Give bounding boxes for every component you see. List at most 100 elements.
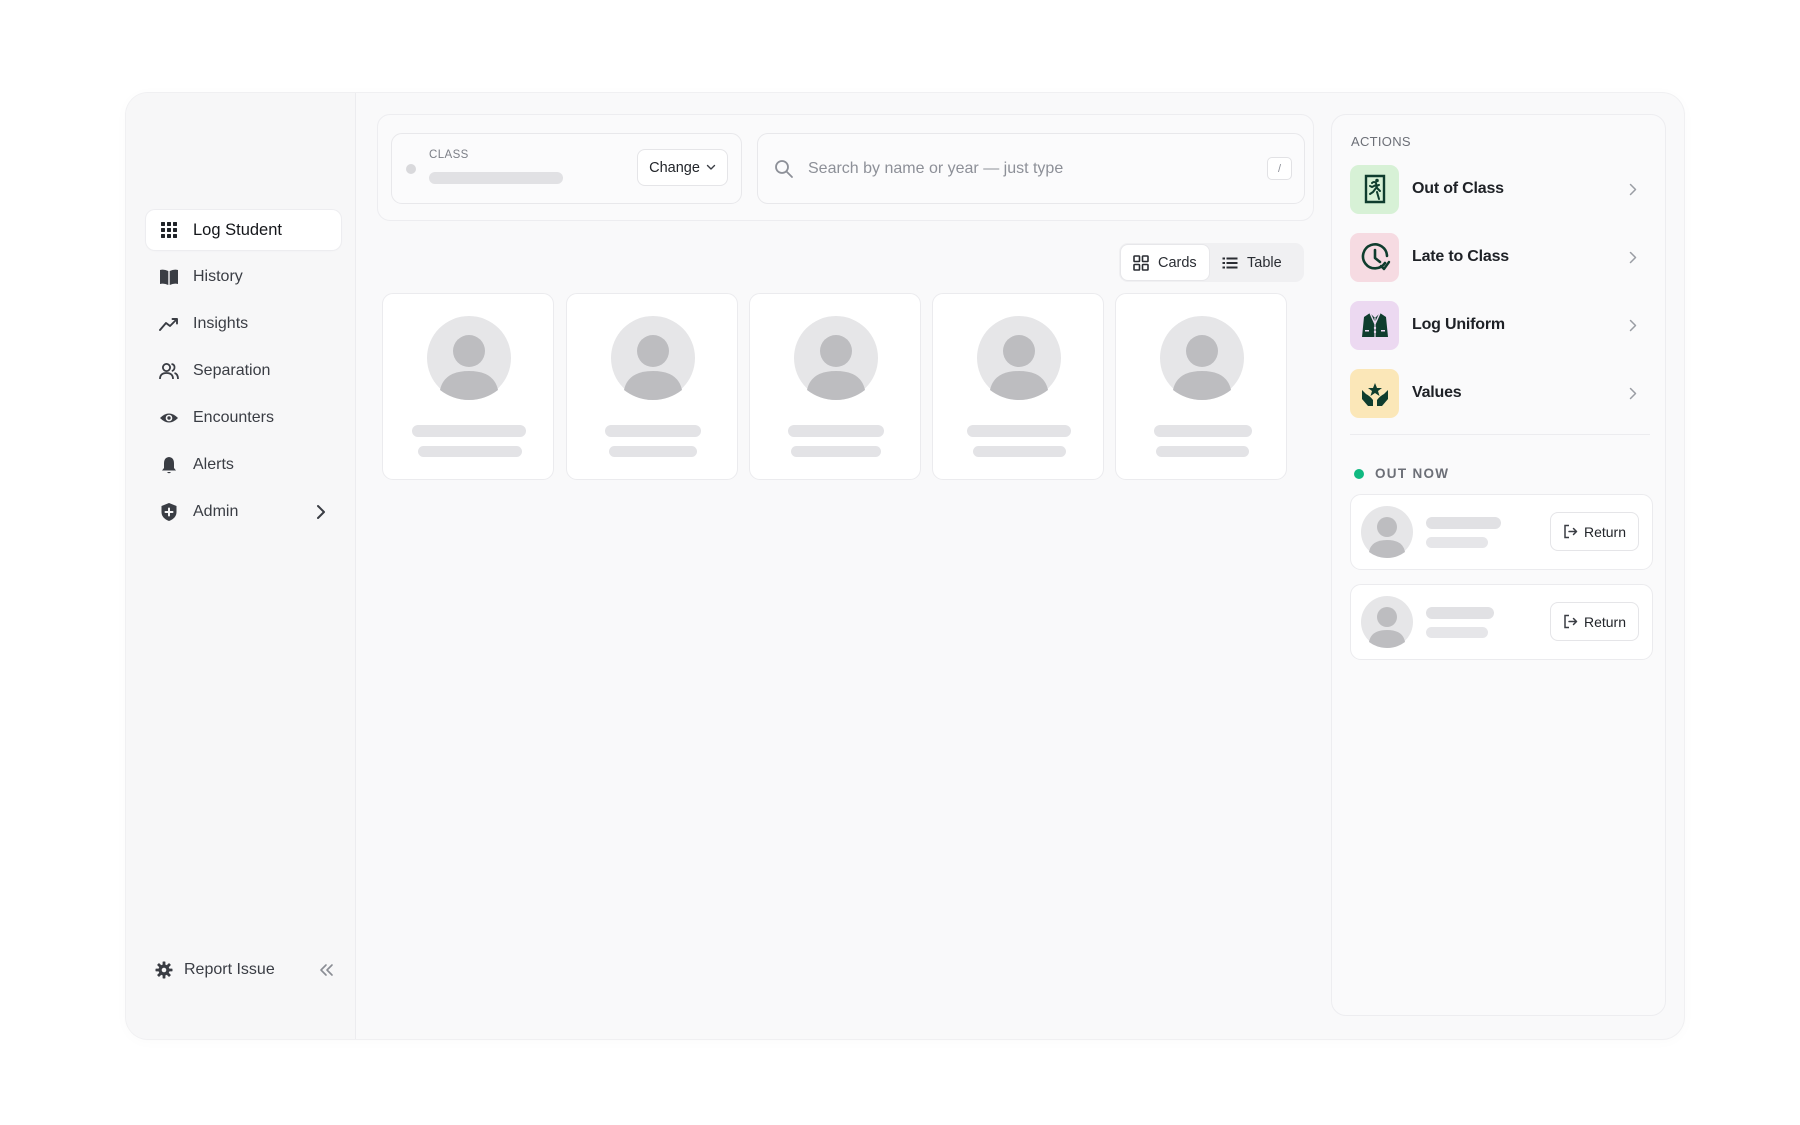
action-label: Out of Class [1412, 180, 1504, 197]
student-card-skeleton[interactable] [1115, 293, 1287, 480]
change-class-button[interactable]: Change [637, 149, 728, 186]
detail-skeleton [609, 446, 697, 457]
detail-skeleton [1426, 537, 1488, 548]
users-icon [159, 361, 179, 381]
trend-icon [159, 314, 179, 334]
action-out-of-class[interactable]: Out of Class [1350, 164, 1646, 214]
name-skeleton [1426, 607, 1494, 619]
name-skeleton [1426, 517, 1501, 529]
chevron-right-icon [1626, 317, 1640, 333]
return-label: Return [1583, 523, 1627, 540]
out-now-row: Return [1350, 494, 1653, 570]
status-dot [1354, 468, 1364, 479]
sidebar-item-label: Separation [193, 362, 271, 379]
student-card-skeleton[interactable] [749, 293, 921, 480]
avatar-placeholder-icon [427, 316, 511, 400]
actions-panel: ACTIONS Out of Class Late to Class Log U… [1331, 114, 1666, 1016]
sidebar: Log Student History Insights Separation [126, 93, 356, 1039]
return-button[interactable]: Return [1550, 602, 1639, 641]
return-icon [1564, 524, 1578, 539]
sidebar-item-log-student[interactable]: Log Student [146, 210, 341, 250]
sidebar-item-admin[interactable]: Admin [146, 492, 341, 532]
search-shortcut-key: / [1267, 157, 1292, 180]
return-icon [1564, 614, 1578, 629]
avatar-placeholder-icon [794, 316, 878, 400]
book-icon [159, 267, 179, 287]
avatar-placeholder-icon [1160, 316, 1244, 400]
sidebar-item-encounters[interactable]: Encounters [146, 398, 341, 438]
list-icon [1222, 257, 1238, 268]
report-issue-label: Report Issue [184, 961, 275, 978]
class-label: CLASS [429, 149, 469, 161]
student-card-skeleton[interactable] [566, 293, 738, 480]
action-late-to-class[interactable]: Late to Class [1350, 232, 1646, 282]
name-skeleton [967, 425, 1071, 437]
out-now-row: Return [1350, 584, 1653, 660]
double-chevron-left-icon[interactable] [316, 960, 336, 980]
sidebar-item-label: Log Student [193, 220, 282, 239]
student-cards-grid [382, 293, 1302, 482]
report-issue-button[interactable]: Report Issue [154, 955, 336, 985]
student-card-skeleton[interactable] [382, 293, 554, 480]
chevron-right-icon [1626, 385, 1640, 401]
sidebar-item-separation[interactable]: Separation [146, 351, 341, 391]
view-toggle: Cards Table [1119, 243, 1304, 282]
student-card-skeleton[interactable] [932, 293, 1104, 480]
actions-heading: ACTIONS [1351, 134, 1411, 149]
out-now-label: OUT NOW [1375, 466, 1450, 481]
app-window: Log Student History Insights Separation [126, 93, 1684, 1039]
avatar-placeholder-icon [1361, 506, 1413, 558]
blazer-icon [1350, 300, 1399, 350]
name-skeleton [1154, 425, 1252, 437]
action-label: Values [1412, 384, 1462, 401]
chevron-right-icon [313, 503, 329, 521]
sidebar-item-label: Encounters [193, 409, 274, 426]
class-status-dot [406, 164, 416, 174]
class-name-skeleton [429, 172, 563, 184]
student-search: / [757, 133, 1305, 204]
top-bar: CLASS Change / [377, 114, 1314, 221]
chevron-right-icon [1626, 249, 1640, 265]
change-label: Change [649, 159, 700, 176]
sidebar-item-insights[interactable]: Insights [146, 304, 341, 344]
grid-icon [159, 220, 179, 240]
chevron-right-icon [1626, 181, 1640, 197]
chevron-down-icon [706, 164, 716, 170]
cards-label: Cards [1158, 254, 1197, 271]
sidebar-item-label: Admin [193, 503, 239, 520]
avatar-placeholder-icon [977, 316, 1061, 400]
sidebar-item-label: Insights [193, 315, 249, 332]
sidebar-item-alerts[interactable]: Alerts [146, 445, 341, 485]
sidebar-item-label: History [193, 268, 243, 285]
return-label: Return [1583, 613, 1627, 630]
detail-skeleton [791, 446, 881, 457]
cards-view-button[interactable]: Cards [1121, 245, 1209, 280]
sidebar-nav: Log Student History Insights Separation [146, 210, 341, 539]
action-values[interactable]: Values [1350, 368, 1646, 418]
name-skeleton [605, 425, 701, 437]
gear-icon [154, 960, 174, 980]
name-skeleton [412, 425, 526, 437]
action-log-uniform[interactable]: Log Uniform [1350, 300, 1646, 350]
detail-skeleton [418, 446, 522, 457]
avatar-placeholder-icon [1361, 596, 1413, 648]
bell-icon [159, 455, 179, 475]
table-view-button[interactable]: Table [1210, 245, 1302, 280]
heart-hands-icon [1350, 368, 1399, 418]
search-icon [774, 159, 794, 179]
table-label: Table [1247, 254, 1282, 271]
exit-door-icon [1350, 164, 1399, 214]
detail-skeleton [1156, 446, 1249, 457]
out-now-heading: OUT NOW [1354, 466, 1449, 481]
name-skeleton [788, 425, 884, 437]
sidebar-item-history[interactable]: History [146, 257, 341, 297]
search-input[interactable] [808, 154, 1248, 184]
detail-skeleton [1426, 627, 1488, 638]
clock-icon [1350, 232, 1399, 282]
detail-skeleton [973, 446, 1066, 457]
action-label: Log Uniform [1412, 316, 1505, 333]
sidebar-item-label: Alerts [193, 456, 234, 473]
panel-divider [1350, 434, 1650, 435]
shield-icon [159, 502, 179, 522]
return-button[interactable]: Return [1550, 512, 1639, 551]
